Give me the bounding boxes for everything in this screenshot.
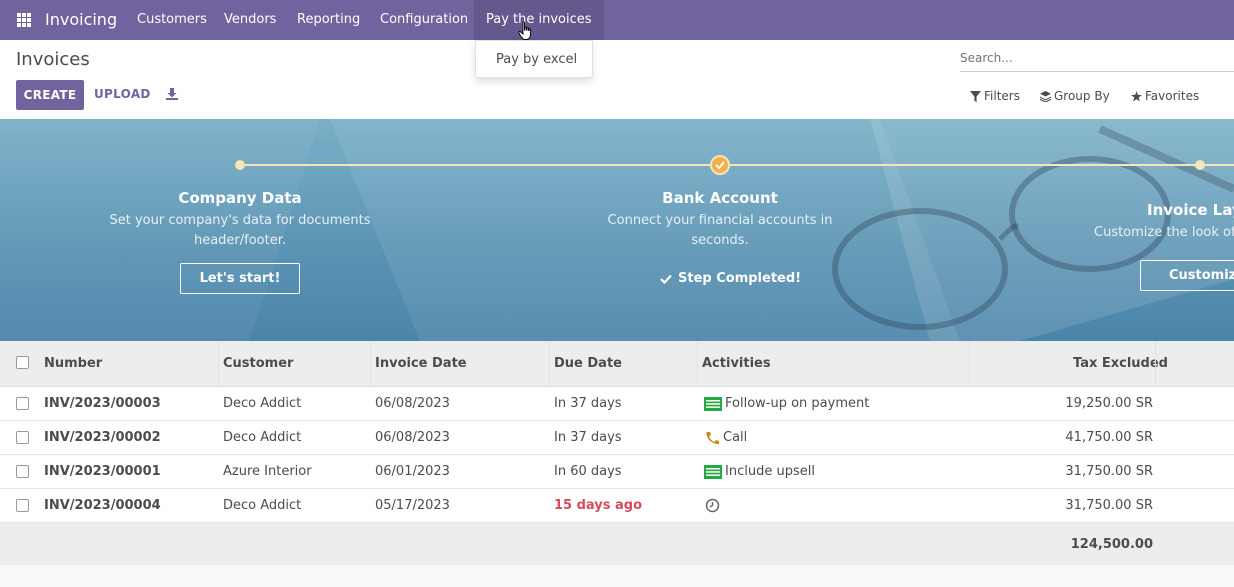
cell-invoice-date: 06/08/2023 bbox=[375, 430, 450, 445]
cell-tax-excluded: 31,750.00 SR bbox=[1065, 498, 1153, 513]
cell-due-date-overdue: 15 days ago bbox=[554, 498, 643, 513]
cell-invoice-date: 06/08/2023 bbox=[375, 396, 450, 411]
cell-number: INV/2023/00003 bbox=[44, 396, 161, 411]
check-icon bbox=[660, 274, 672, 284]
cell-tax-excluded: 19,250.00 SR bbox=[1065, 396, 1153, 411]
header-number[interactable]: Number bbox=[44, 356, 102, 371]
header-activities[interactable]: Activities bbox=[702, 356, 771, 371]
total-tax-excluded: 124,500.00 bbox=[1070, 537, 1153, 552]
row-checkbox[interactable] bbox=[16, 499, 29, 512]
pay-invoices-dropdown: Pay by excel bbox=[475, 40, 593, 78]
header-invoice-date[interactable]: Invoice Date bbox=[375, 356, 467, 371]
menu-configuration[interactable]: Configuration bbox=[380, 12, 468, 27]
row-checkbox[interactable] bbox=[16, 465, 29, 478]
menu-customers[interactable]: Customers bbox=[137, 12, 207, 27]
money-icon bbox=[704, 396, 722, 411]
apps-grid-icon[interactable] bbox=[17, 13, 31, 27]
invoices-table: Number Customer Invoice Date Due Date Ac… bbox=[0, 341, 1234, 567]
cell-due-date: In 37 days bbox=[554, 430, 622, 445]
layers-icon bbox=[1040, 90, 1051, 102]
header-tax-excluded[interactable]: Tax Excluded bbox=[1073, 356, 1168, 371]
cell-invoice-date: 06/01/2023 bbox=[375, 464, 450, 479]
filter-icon bbox=[970, 90, 981, 102]
table-row[interactable]: INV/2023/00004 Deco Addict 05/17/2023 15… bbox=[0, 489, 1234, 523]
cell-number: INV/2023/00002 bbox=[44, 430, 161, 445]
step-bank-desc: Connect your financial accounts in secon… bbox=[607, 213, 833, 248]
header-due-date[interactable]: Due Date bbox=[554, 356, 622, 371]
page-title: Invoices bbox=[16, 49, 90, 70]
menu-vendors[interactable]: Vendors bbox=[224, 12, 276, 27]
create-button[interactable]: CREATE bbox=[16, 80, 84, 110]
table-row[interactable]: INV/2023/00003 Deco Addict 06/08/2023 In… bbox=[0, 387, 1234, 421]
step-invoice-layout-title: Invoice Layo bbox=[1147, 201, 1234, 219]
clock-icon bbox=[705, 498, 720, 513]
step-done-check-icon bbox=[710, 155, 730, 175]
money-icon bbox=[704, 464, 722, 479]
step-dot-company bbox=[235, 160, 245, 170]
cell-customer: Deco Addict bbox=[223, 396, 302, 411]
table-row[interactable]: INV/2023/00002 Deco Addict 06/08/2023 In… bbox=[0, 421, 1234, 455]
cell-due-date: In 37 days bbox=[554, 396, 622, 411]
step-company-title: Company Data bbox=[178, 189, 302, 207]
step-bank-title: Bank Account bbox=[662, 189, 778, 207]
cell-number: INV/2023/00001 bbox=[44, 464, 161, 479]
cell-customer: Azure Interior bbox=[223, 464, 312, 479]
upload-button[interactable]: UPLOAD bbox=[94, 87, 151, 101]
page-bottom bbox=[0, 565, 1234, 587]
search-input[interactable] bbox=[960, 46, 1234, 70]
top-navbar: Invoicing Customers Vendors Reporting Co… bbox=[0, 0, 1234, 40]
cell-activity[interactable] bbox=[705, 498, 720, 513]
menu-pay-the-invoices[interactable]: Pay the invoices bbox=[474, 0, 604, 40]
cell-number: INV/2023/00004 bbox=[44, 498, 161, 513]
favorites-label: Favorites bbox=[1145, 89, 1200, 103]
timeline-line bbox=[240, 164, 1234, 166]
cell-due-date: In 60 days bbox=[554, 464, 622, 479]
app-brand[interactable]: Invoicing bbox=[45, 10, 117, 29]
step-invoice-layout-desc: Customize the look of yo bbox=[1094, 225, 1234, 240]
hand-cursor-icon bbox=[518, 21, 531, 40]
phone-icon bbox=[706, 431, 719, 444]
cell-invoice-date: 05/17/2023 bbox=[375, 498, 450, 513]
step-dot-invoice-layout bbox=[1195, 160, 1205, 170]
filters-button[interactable]: Filters bbox=[970, 89, 1020, 103]
step-company-desc: Set your company's data for documents he… bbox=[109, 213, 371, 248]
menu-reporting[interactable]: Reporting bbox=[297, 12, 360, 27]
table-row[interactable]: INV/2023/00001 Azure Interior 06/01/2023… bbox=[0, 455, 1234, 489]
lets-start-button[interactable]: Let's start! bbox=[180, 263, 300, 294]
group-by-button[interactable]: Group By bbox=[1040, 89, 1110, 103]
row-checkbox[interactable] bbox=[16, 397, 29, 410]
cell-activity[interactable]: Include upsell bbox=[704, 464, 815, 479]
header-customer[interactable]: Customer bbox=[223, 356, 293, 371]
star-icon bbox=[1131, 90, 1142, 102]
cell-customer: Deco Addict bbox=[223, 430, 302, 445]
cell-customer: Deco Addict bbox=[223, 498, 302, 513]
download-icon[interactable] bbox=[165, 87, 179, 101]
row-checkbox[interactable] bbox=[16, 431, 29, 444]
customize-button[interactable]: Customize bbox=[1140, 260, 1234, 291]
cell-activity[interactable]: Call bbox=[704, 430, 747, 445]
onboarding-banner: Company Data Set your company's data for… bbox=[0, 119, 1234, 341]
step-completed-status: Step Completed! bbox=[660, 271, 801, 286]
dropdown-pay-by-excel[interactable]: Pay by excel bbox=[496, 52, 577, 67]
cell-tax-excluded: 41,750.00 SR bbox=[1065, 430, 1153, 445]
cell-activity[interactable]: Follow-up on payment bbox=[704, 396, 869, 411]
table-header: Number Customer Invoice Date Due Date Ac… bbox=[0, 341, 1234, 387]
group-by-label: Group By bbox=[1054, 89, 1110, 103]
search-box bbox=[960, 46, 1234, 72]
select-all-checkbox[interactable] bbox=[16, 356, 29, 369]
favorites-button[interactable]: Favorites bbox=[1131, 89, 1199, 103]
cell-tax-excluded: 31,750.00 SR bbox=[1065, 464, 1153, 479]
filters-label: Filters bbox=[984, 89, 1020, 103]
table-footer: 124,500.00 bbox=[0, 523, 1234, 567]
